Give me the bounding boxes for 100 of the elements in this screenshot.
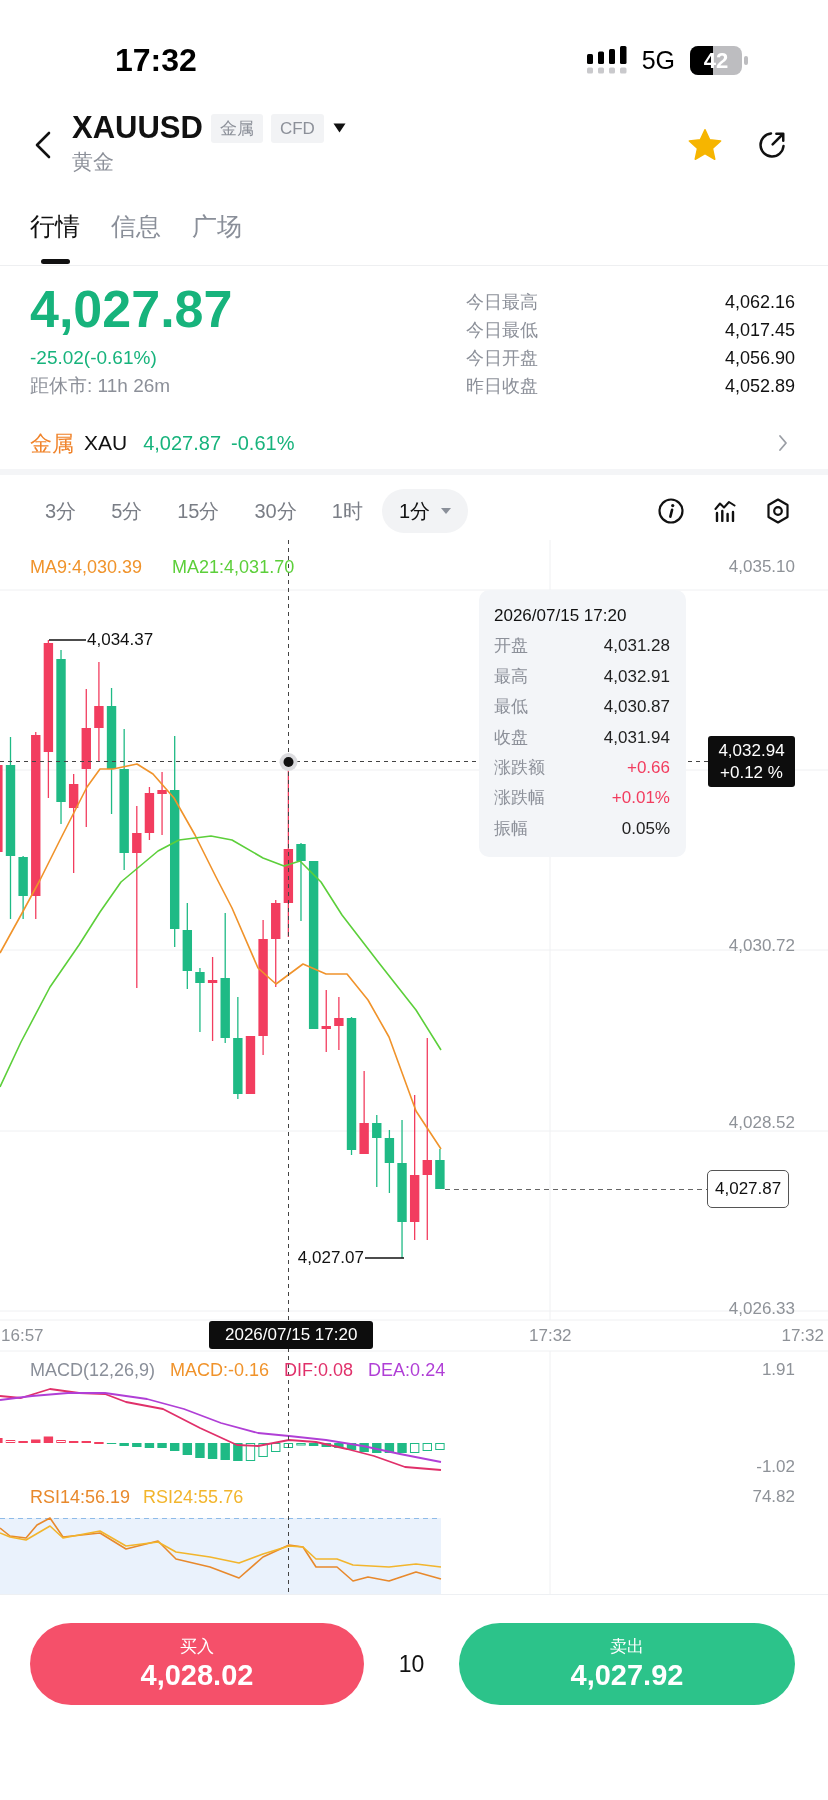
price-axis-label: 4,028.52	[728, 1112, 795, 1134]
interval-dropdown[interactable]: 1分	[381, 488, 468, 533]
last-price: 4,027.87	[30, 280, 233, 338]
tag-label: CFD	[270, 113, 324, 143]
status-time: 17:32	[115, 41, 197, 80]
info-icon[interactable]	[658, 497, 684, 524]
macd-bar	[422, 1443, 432, 1451]
macd-axis-label: -1.02	[756, 1456, 795, 1478]
tooltip-value: +0.66	[627, 757, 670, 779]
price-axis-label: 4,026.33	[728, 1298, 795, 1320]
macd-bar	[233, 1443, 243, 1461]
macd-bar	[182, 1443, 192, 1455]
price-axis-label: 4,030.72	[728, 935, 795, 957]
stat-label: 今日最高	[466, 290, 538, 314]
tab[interactable]: 广场	[192, 190, 242, 265]
crosshair-change: +0.12 %	[720, 761, 783, 784]
interval-tab[interactable]: 5分	[111, 488, 143, 533]
macd-bar	[271, 1443, 281, 1452]
network-label: 5G	[641, 45, 675, 75]
macd-bar	[195, 1443, 205, 1458]
macd-bar	[384, 1443, 395, 1453]
symbol-code: XAU	[84, 430, 128, 457]
macd-bar	[0, 1438, 3, 1443]
candlestick	[334, 996, 344, 1051]
index-change: -0.61%	[231, 431, 295, 456]
macd-bar	[258, 1443, 268, 1457]
macd-legend: MACD(12,26,9)	[30, 1359, 156, 1381]
macd-bar	[132, 1443, 142, 1447]
macd-bar	[157, 1443, 167, 1448]
share-icon[interactable]	[757, 130, 787, 160]
tab[interactable]: 信息	[111, 190, 161, 265]
crosshair-time-label: 2026/07/15 17:20	[209, 1321, 374, 1349]
tooltip-value: 4,031.28	[603, 635, 670, 658]
candlestick	[18, 855, 28, 920]
stat-value: 4,017.45	[724, 318, 795, 342]
rsi-axis-label: 74.82	[752, 1486, 795, 1508]
tooltip-label: 涨跌幅	[494, 787, 545, 810]
stat-value: 4,052.89	[724, 374, 795, 398]
macd-bar	[334, 1443, 344, 1448]
chevron-right-icon[interactable]	[778, 434, 788, 452]
price-change: -25.02(-0.61%)	[30, 346, 158, 370]
macd-bar	[207, 1443, 218, 1459]
chevron-left-icon	[33, 131, 53, 159]
dropdown-caret-icon[interactable]	[332, 123, 346, 133]
candlestick	[245, 1035, 256, 1095]
last-price-tag: 4,027.87	[707, 1170, 790, 1208]
macd-bar	[31, 1439, 41, 1443]
back-button[interactable]	[33, 131, 53, 159]
instrument-name: 黄金	[72, 149, 115, 175]
stat-label: 昨日收盘	[466, 374, 538, 398]
settings-icon[interactable]	[766, 497, 790, 524]
stat-label: 今日开盘	[466, 346, 538, 370]
macd-legend: DEA:0.24	[368, 1359, 446, 1381]
interval-tab[interactable]: 1时	[331, 488, 363, 533]
interval-tab[interactable]: 15分	[177, 488, 220, 533]
buy-button[interactable]: 买入 4,028.02	[30, 1623, 364, 1705]
rsi-legend: RSI24:55.76	[143, 1486, 244, 1508]
macd-bar	[359, 1443, 369, 1452]
tooltip-value: 4,031.94	[603, 726, 670, 749]
tooltip-label: 最高	[494, 665, 528, 688]
macd-bar	[321, 1443, 331, 1447]
macd-bar	[346, 1443, 357, 1450]
time-axis-label: 16:57	[1, 1325, 44, 1347]
macd-bar	[409, 1443, 420, 1453]
candlestick	[321, 989, 331, 1053]
macd-bar	[119, 1443, 129, 1446]
indicator-chart-icon[interactable]	[714, 499, 736, 522]
rsi-legend: RSI14:56.19	[30, 1486, 131, 1508]
candlestick	[144, 786, 155, 841]
stat-label: 今日最低	[466, 318, 538, 342]
interval-tab[interactable]: 3分	[45, 488, 77, 533]
candlestick	[157, 771, 167, 836]
macd-bar	[283, 1443, 294, 1448]
sell-button[interactable]: 卖出 4,027.92	[459, 1623, 795, 1705]
ma-legend: MA9:4,030.39	[30, 556, 143, 578]
macd-bar	[43, 1436, 54, 1443]
tooltip-date: 2026/07/15 17:20	[494, 605, 628, 627]
crosshair-point-icon	[279, 753, 298, 771]
tooltip-label: 振幅	[494, 817, 528, 840]
time-axis-label: 17:32	[781, 1325, 824, 1347]
category-label: 金属	[30, 429, 74, 458]
tooltip-label: 开盘	[494, 635, 528, 658]
macd-bar	[397, 1443, 407, 1453]
macd-legend: DIF:0.08	[284, 1359, 354, 1381]
tooltip-value: 4,032.91	[603, 665, 670, 688]
tab[interactable]: 行情	[30, 190, 80, 265]
star-icon[interactable]	[688, 129, 722, 161]
candlestick	[384, 1129, 395, 1194]
macd-bar	[435, 1443, 445, 1450]
leader-line	[48, 639, 87, 641]
interval-tab[interactable]: 30分	[254, 488, 297, 533]
tooltip-value: 0.05%	[621, 817, 670, 840]
macd-bar	[144, 1443, 155, 1448]
symbol-title: XAUUSD	[72, 109, 203, 147]
macd-legend: MACD:-0.16	[170, 1359, 270, 1381]
signal-icon	[585, 45, 628, 75]
leader-line	[364, 1257, 405, 1259]
low-price-label: 4,027.07	[297, 1247, 364, 1269]
tag-label: 金属	[210, 113, 263, 143]
ma-legend: MA21:4,031.70	[172, 556, 295, 578]
